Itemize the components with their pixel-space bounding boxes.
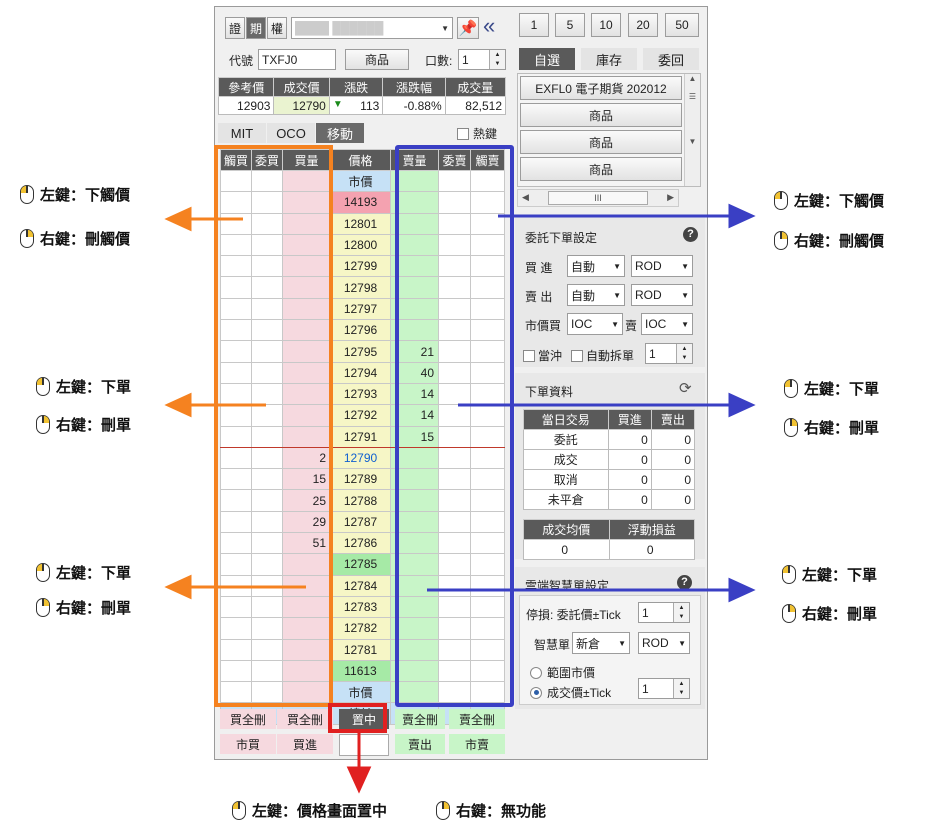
mouse-left-click-icon <box>36 563 50 582</box>
mouse-left-click-icon <box>782 565 796 584</box>
annotation-text: 右鍵：刪單 <box>804 420 880 437</box>
annotation-right-trigger-2: 右鍵：刪觸價 <box>774 230 884 251</box>
mouse-right-click-icon <box>774 231 788 250</box>
annotation-left-order-1: 左鍵：下單 <box>36 376 131 397</box>
annotation-text: 左鍵：價格畫面置中 <box>252 803 388 820</box>
mouse-left-click-icon <box>784 379 798 398</box>
mouse-right-click-icon <box>784 418 798 437</box>
annotation-right-cancel-4: 右鍵：刪單 <box>782 603 877 624</box>
annotation-text: 右鍵：無功能 <box>456 803 547 820</box>
annotation-text: 左鍵：下觸價 <box>794 193 885 210</box>
annotation-right-cancel-2: 右鍵：刪單 <box>36 597 131 618</box>
mouse-right-click-icon <box>436 801 450 820</box>
annotation-right-cancel-1: 右鍵：刪單 <box>36 414 131 435</box>
mouse-left-click-icon <box>20 185 34 204</box>
mouse-left-click-icon <box>36 377 50 396</box>
annotation-text: 右鍵：刪觸價 <box>794 233 885 250</box>
annotation-left-trigger-2: 左鍵：下觸價 <box>774 190 884 211</box>
annotation-text: 右鍵：刪單 <box>56 417 132 434</box>
annotation-text: 右鍵：刪觸價 <box>40 231 131 248</box>
annotation-text: 左鍵：下觸價 <box>40 187 131 204</box>
annotation-left-order-4: 左鍵：下單 <box>782 564 877 585</box>
annotation-text: 左鍵：下單 <box>56 565 132 582</box>
mouse-right-click-icon <box>782 604 796 623</box>
mouse-right-click-icon <box>20 229 34 248</box>
annotation-text: 左鍵：下單 <box>56 379 132 396</box>
annotation-left-order-2: 左鍵：下單 <box>36 562 131 583</box>
annotation-text: 右鍵：刪單 <box>802 606 878 623</box>
annotation-text: 右鍵：刪單 <box>56 600 132 617</box>
mouse-left-click-icon <box>774 191 788 210</box>
annotation-text: 左鍵：下單 <box>802 567 878 584</box>
annotation-right-cancel-3: 右鍵：刪單 <box>784 417 879 438</box>
annotation-left-trigger-1: 左鍵：下觸價 <box>20 184 130 205</box>
annotation-right-trigger-1: 右鍵：刪觸價 <box>20 228 130 249</box>
annotation-left-order-3: 左鍵：下單 <box>784 378 879 399</box>
annotation-text: 左鍵：下單 <box>804 381 880 398</box>
mouse-right-click-icon <box>36 415 50 434</box>
annotation-center-left: 左鍵：價格畫面置中 <box>232 800 387 821</box>
mouse-right-click-icon <box>36 598 50 617</box>
annotation-center-right: 右鍵：無功能 <box>436 800 546 821</box>
mouse-left-click-icon <box>232 801 246 820</box>
